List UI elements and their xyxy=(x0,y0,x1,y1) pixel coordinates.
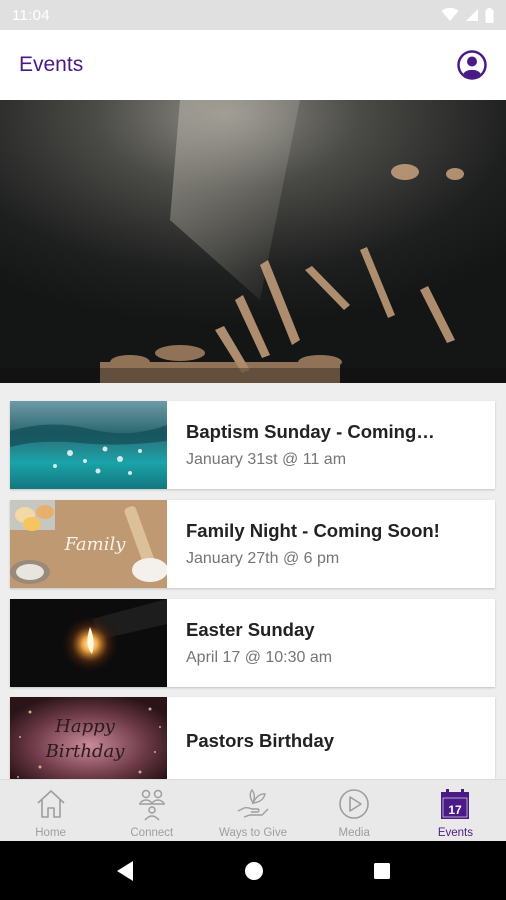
tab-media[interactable]: Media xyxy=(304,780,405,841)
cellular-signal-icon xyxy=(466,9,478,21)
family-thumbnail-text: Family xyxy=(64,534,127,555)
event-card-text: Pastors Birthday xyxy=(167,697,334,779)
bottom-tab-bar: Home Connect Ways to Give Media 17 Event… xyxy=(0,779,506,841)
system-navigation-bar xyxy=(0,841,506,900)
event-title: Family Night - Coming Soon! xyxy=(186,520,440,541)
page-title: Events xyxy=(19,53,84,76)
battery-icon xyxy=(485,7,494,23)
give-icon xyxy=(237,788,269,818)
connect-icon xyxy=(138,789,165,821)
status-icons xyxy=(441,7,494,23)
status-bar: 11:04 xyxy=(0,0,506,30)
tab-label: Connect xyxy=(130,827,174,839)
event-thumbnail-baking: Family xyxy=(10,500,167,588)
calendar-icon: 17 xyxy=(441,789,470,819)
event-card-pastors-birthday[interactable]: Happy Birthday Pastors Birthday xyxy=(10,697,495,779)
hero-image xyxy=(0,100,506,383)
event-thumbnail-birthday: Happy Birthday xyxy=(10,697,167,779)
birthday-thumbnail-line2: Birthday xyxy=(45,741,126,762)
media-play-icon xyxy=(339,789,370,819)
tab-events[interactable]: 17 Events xyxy=(405,780,506,841)
event-thumbnail-light xyxy=(10,599,167,687)
calendar-day: 17 xyxy=(449,803,463,817)
event-card-easter[interactable]: Easter Sunday April 17 @ 10:30 am xyxy=(10,599,495,687)
event-card-text: Family Night - Coming Soon! January 27th… xyxy=(167,500,440,588)
back-icon[interactable] xyxy=(115,860,135,882)
wifi-icon xyxy=(441,8,459,21)
event-date: January 31st @ 11 am xyxy=(186,451,347,468)
event-date: April 17 @ 10:30 am xyxy=(186,649,333,666)
event-title: Pastors Birthday xyxy=(186,730,335,751)
birthday-thumbnail-line1: Happy xyxy=(54,716,115,737)
app-bar: Events xyxy=(0,30,506,100)
tab-label: Home xyxy=(35,827,66,839)
status-time: 11:04 xyxy=(12,6,50,24)
tab-label: Media xyxy=(338,827,370,839)
event-card-family-night[interactable]: Family Family Night - Coming Soon! Janua… xyxy=(10,500,495,588)
overview-icon[interactable] xyxy=(373,862,391,880)
event-card-text: Baptism Sunday - Coming… January 31st @ … xyxy=(167,401,435,489)
event-title: Easter Sunday xyxy=(186,619,315,640)
tab-label: Events xyxy=(437,827,473,839)
events-list: Baptism Sunday - Coming… January 31st @ … xyxy=(0,383,506,779)
home-circle-icon[interactable] xyxy=(244,861,264,881)
tab-label: Ways to Give xyxy=(219,827,287,839)
event-card-text: Easter Sunday April 17 @ 10:30 am xyxy=(167,599,332,687)
profile-icon[interactable] xyxy=(457,50,487,80)
event-title: Baptism Sunday - Coming… xyxy=(186,421,435,442)
event-date: January 27th @ 6 pm xyxy=(186,550,340,567)
event-thumbnail-water xyxy=(10,401,167,489)
home-icon xyxy=(37,790,65,818)
event-card-baptism[interactable]: Baptism Sunday - Coming… January 31st @ … xyxy=(10,401,495,489)
tab-ways-to-give[interactable]: Ways to Give xyxy=(202,780,303,841)
tab-connect[interactable]: Connect xyxy=(101,780,202,841)
tab-home[interactable]: Home xyxy=(0,780,101,841)
